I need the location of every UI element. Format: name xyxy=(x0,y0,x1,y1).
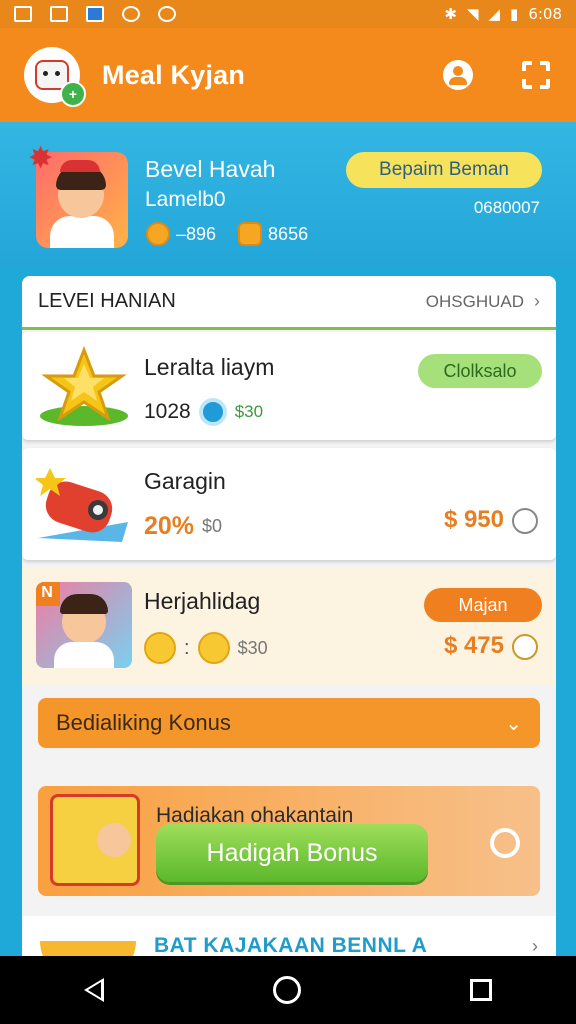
whistle-icon xyxy=(36,468,128,542)
claim-bonus-button[interactable]: Hadigah Bonus xyxy=(156,824,428,882)
list-item[interactable]: Leralta liaym 1028 $30 Clolksalo xyxy=(22,332,556,440)
home-icon[interactable] xyxy=(272,976,301,1004)
claim-button[interactable]: Clolksalo xyxy=(418,354,542,388)
coin-icon xyxy=(144,632,176,664)
bonus-banner: Hadiakan ohakantain Hadigah Bonus xyxy=(38,786,540,896)
system-nav-bar xyxy=(0,956,576,1024)
item-reward: $30 xyxy=(234,402,264,421)
promo-label: BAT KAJAKAAN BENNL A xyxy=(154,934,428,957)
item-reward: $0 xyxy=(202,516,223,536)
status-bar: ✱ ◥ ◢ ▮ 6:08 xyxy=(0,0,576,28)
app-logo[interactable]: + xyxy=(24,47,86,107)
wifi-icon: ◥ xyxy=(466,5,479,23)
profile-icon xyxy=(443,60,473,90)
item-reward: $30 xyxy=(237,637,268,658)
user-code: 0680007 xyxy=(473,198,540,217)
chevron-down-icon: ⌄ xyxy=(505,712,522,735)
battery-icon: ▮ xyxy=(510,5,519,23)
plus-badge-icon: + xyxy=(60,81,86,107)
currency-row: –896 8656 xyxy=(146,222,308,246)
header-action-button[interactable]: Bepaim Beman xyxy=(346,152,542,188)
smile-icon[interactable] xyxy=(512,634,538,660)
card-header: LEVEI HANIAN OHSGHUAD › xyxy=(22,276,556,330)
coin-value: –896 xyxy=(176,223,217,244)
item-title: Herjahlidag xyxy=(144,588,261,614)
bonus-gift-thumbnail xyxy=(50,794,140,886)
gallery-notification-icon xyxy=(14,6,32,22)
settings-icon[interactable] xyxy=(490,828,520,858)
signal-icon: ◢ xyxy=(488,5,501,23)
chat-notification-icon xyxy=(158,6,176,22)
profile-button[interactable] xyxy=(442,59,474,91)
chevron-right-icon: › xyxy=(532,935,538,956)
star-badge-icon: ✸ xyxy=(28,142,54,175)
profile-name: Bevel Havah xyxy=(145,156,276,182)
back-icon[interactable] xyxy=(84,978,105,1002)
chevron-right-icon: › xyxy=(534,291,540,311)
item-price: $ 950 xyxy=(443,506,504,533)
profile-header: ✸ Bevel Havah Lamelb0 –896 8656 Bepaim B… xyxy=(0,122,576,270)
card-title: LEVEI HANIAN xyxy=(38,290,176,312)
character-thumbnail: N xyxy=(36,582,132,668)
clock: 6:08 xyxy=(528,5,562,23)
target-icon xyxy=(198,398,227,426)
coin-icon xyxy=(197,632,230,664)
expand-label: Bedialiking Konus xyxy=(56,710,231,735)
scan-button[interactable] xyxy=(520,59,552,91)
see-all-link[interactable]: OHSGHUAD › xyxy=(426,291,540,312)
app-notification-icon xyxy=(86,6,104,22)
profile-subtitle: Lamelb0 xyxy=(145,188,226,211)
item-title: Garagin xyxy=(144,468,226,494)
token-value: 8656 xyxy=(268,223,309,244)
sync-notification-icon xyxy=(122,6,140,22)
list-item[interactable]: N Herjahlidag : $30 Majan $ 475 xyxy=(22,568,556,686)
smile-icon[interactable] xyxy=(512,508,538,534)
list-item[interactable]: Garagin 20% $0 $ 950 xyxy=(22,448,556,560)
item-value: 1028 xyxy=(144,400,191,423)
app-bar: + Meal Kyjan xyxy=(0,28,576,122)
recents-icon[interactable] xyxy=(469,979,492,1001)
bonus-expand-bar[interactable]: Bedialiking Konus ⌄ xyxy=(38,698,540,748)
bluetooth-icon: ✱ xyxy=(444,5,457,23)
app-title: Meal Kyjan xyxy=(102,59,246,90)
daily-level-card: LEVEI HANIAN OHSGHUAD › Leralta liaym 10… xyxy=(22,276,556,976)
item-price: $ 475 xyxy=(443,632,504,659)
item-title: Leralta liaym xyxy=(144,354,275,380)
action-button[interactable]: Majan xyxy=(424,588,542,622)
gold-star-icon xyxy=(40,345,128,426)
news-notification-icon xyxy=(50,6,68,22)
coin-icon xyxy=(146,222,170,246)
token-icon xyxy=(238,222,263,246)
scan-icon xyxy=(522,61,550,89)
discount-percent: 20% xyxy=(144,512,195,540)
